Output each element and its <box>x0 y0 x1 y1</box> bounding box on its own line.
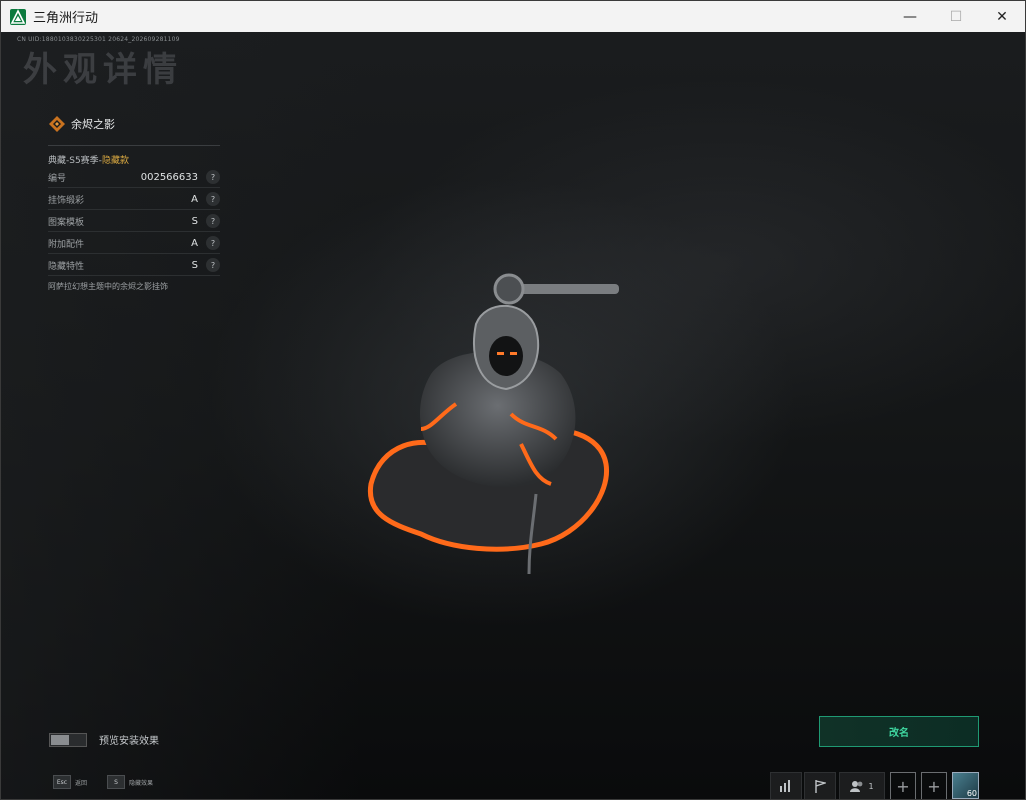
stats-button[interactable] <box>770 772 802 799</box>
friends-icon <box>850 781 863 792</box>
hint-label: 返回 <box>75 779 88 787</box>
series-prefix: 典藏-S5赛季- <box>48 156 102 166</box>
charm-ring <box>493 273 525 305</box>
preview-label: 预览安装效果 <box>99 736 159 747</box>
preview-toggle-switch[interactable] <box>49 732 87 747</box>
attribute-value: A <box>191 237 198 249</box>
window-controls: — ☐ ✕ <box>887 1 1025 32</box>
window-title: 三角洲行动 <box>33 11 99 26</box>
hint-back[interactable]: Esc 返回 <box>53 775 87 789</box>
help-icon[interactable]: ? <box>206 192 220 206</box>
game-window: 三角洲行动 — ☐ ✕ CN UID:1880103830225301 2062… <box>0 0 1026 800</box>
hint-label: 隐藏效果 <box>129 779 154 787</box>
help-icon[interactable]: ? <box>206 214 220 228</box>
attribute-row-accessory: 附加配件 A ? <box>48 233 220 254</box>
panel-divider <box>48 145 220 146</box>
attribute-label: 编号 <box>48 173 67 184</box>
attribute-label: 图案模板 <box>48 217 85 228</box>
attribute-value: 002566633 <box>140 171 198 183</box>
game-viewport: CN UID:1880103830225301 20624_2026092811… <box>1 32 1025 799</box>
close-button[interactable]: ✕ <box>979 1 1025 32</box>
title-bar: 三角洲行动 — ☐ ✕ <box>1 1 1025 32</box>
item-series: 典藏-S5赛季-隐藏款 <box>48 153 220 166</box>
esc-key-icon: Esc <box>53 775 71 789</box>
attribute-value: S <box>191 259 198 271</box>
flag-button[interactable] <box>804 772 836 799</box>
help-icon[interactable]: ? <box>206 170 220 184</box>
page-title: 外观详情 <box>23 50 183 90</box>
app-logo-icon <box>10 8 26 25</box>
item-name-row: 余烬之影 <box>48 110 220 138</box>
attribute-label: 挂饰缎彩 <box>48 195 85 206</box>
attribute-value: S <box>191 215 198 227</box>
help-icon[interactable]: ? <box>206 258 220 272</box>
item-description: 阿萨拉幻想主题中的余烬之影挂饰 <box>48 282 168 291</box>
rename-button[interactable]: 改名 <box>819 716 979 747</box>
bar-chart-icon <box>780 780 790 792</box>
attribute-value: A <box>191 193 198 205</box>
minimize-button[interactable]: — <box>887 1 933 32</box>
left-eye <box>497 352 504 355</box>
attribute-row-pattern-template: 图案模板 S ? <box>48 211 220 232</box>
item-detail-panel: 余烬之影 典藏-S5赛季-隐藏款 编号 002566633 ? 挂饰缎彩 A ?… <box>48 110 220 292</box>
preview-install-toggle-row: 预览安装效果 <box>49 732 159 747</box>
ember-shadow-charm-model[interactable] <box>361 244 631 574</box>
attribute-row-serial: 编号 002566633 ? <box>48 167 220 188</box>
item-name: 余烬之影 <box>71 118 115 131</box>
friends-count: 1 <box>868 781 874 791</box>
s-key-icon: S <box>107 775 125 789</box>
series-hidden-tag: 隐藏款 <box>101 156 129 166</box>
player-avatar[interactable]: 60 <box>952 772 979 799</box>
flag-icon <box>815 779 826 793</box>
attribute-row-charm-paint: 挂饰缎彩 A ? <box>48 189 220 210</box>
add-party-slot-1[interactable]: + <box>890 772 916 799</box>
maximize-button[interactable]: ☐ <box>933 1 979 32</box>
add-party-slot-2[interactable]: + <box>921 772 947 799</box>
friends-button[interactable]: 1 <box>839 772 885 799</box>
hint-hide-effect[interactable]: S 隐藏效果 <box>107 775 153 789</box>
toggle-knob <box>51 734 69 745</box>
attribute-label: 隐藏特性 <box>48 261 85 272</box>
attribute-row-hidden-trait: 隐藏特性 S ? <box>48 255 220 276</box>
avatar-level: 60 <box>966 789 977 798</box>
face-shadow <box>489 336 523 376</box>
rarity-diamond-icon <box>49 116 65 132</box>
help-icon[interactable]: ? <box>206 236 220 250</box>
right-eye <box>510 352 517 355</box>
attribute-label: 附加配件 <box>48 239 85 250</box>
